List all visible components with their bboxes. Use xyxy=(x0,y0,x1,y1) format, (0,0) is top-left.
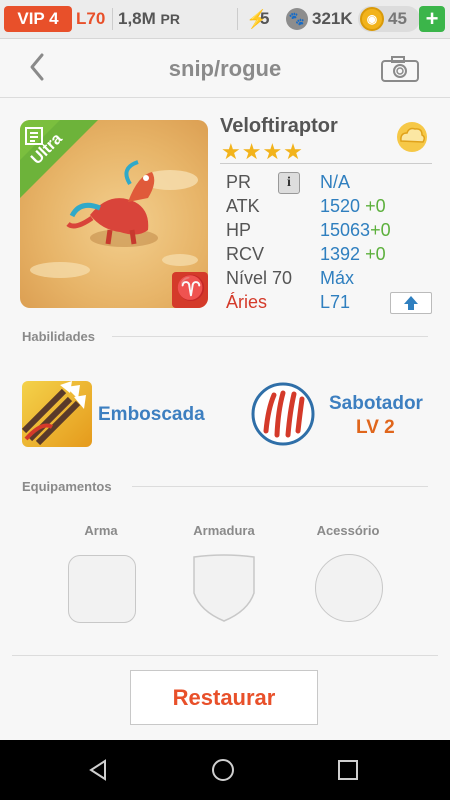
stat-value-hp: 15063+0 xyxy=(320,220,391,241)
camera-button[interactable] xyxy=(380,55,420,83)
add-coins-button[interactable]: + xyxy=(419,6,445,32)
equip-label-armor: Armadura xyxy=(193,523,255,538)
vip-badge[interactable]: VIP 4 xyxy=(4,6,72,32)
pr-counter: 1,8M PR xyxy=(118,6,180,32)
stat-label-level: Nível 70 xyxy=(226,268,293,288)
armor-slot[interactable] xyxy=(192,553,256,623)
stat-label-hp: HP xyxy=(226,220,252,240)
cloud-element-icon xyxy=(392,120,432,154)
skill-level: LV 2 xyxy=(356,417,395,438)
weapon-slot[interactable] xyxy=(68,555,136,623)
camera-icon xyxy=(381,56,419,82)
rcv-value: 1392 xyxy=(320,244,361,264)
stat-label-sign: Áries xyxy=(226,292,268,312)
stat-value-rcv: 1392 +0 xyxy=(320,244,386,265)
equip-label-accessory: Acessório xyxy=(316,523,380,538)
skill-name-emboscada[interactable]: Emboscada xyxy=(98,404,205,426)
coin-icon: ◉ xyxy=(360,7,384,31)
info-icon[interactable]: i xyxy=(278,172,300,194)
nav-recents-icon[interactable] xyxy=(336,758,360,782)
skills-section-title: Habilidades xyxy=(22,329,95,344)
equipment-section-title: Equipamentos xyxy=(22,479,112,494)
pr-value: 1,8M xyxy=(118,9,156,28)
stat-label-rcv: RCV xyxy=(226,244,265,264)
hp-bonus: +0 xyxy=(370,220,391,240)
aries-sign-icon: ♈ xyxy=(176,275,206,302)
atk-value: 1520 xyxy=(320,196,361,216)
equip-label-weapon: Arma xyxy=(84,523,118,538)
divider xyxy=(237,8,238,30)
nav-back-icon[interactable] xyxy=(86,758,110,782)
stat-value-atk: 1520 +0 xyxy=(320,196,386,217)
skill-name-sabotador[interactable]: Sabotador xyxy=(329,393,423,415)
divider xyxy=(112,336,428,337)
divider xyxy=(112,8,113,30)
coin-value: 45 xyxy=(388,9,407,28)
hp-value: 15063 xyxy=(320,220,371,240)
stat-label-pr: PR xyxy=(226,172,252,192)
divider xyxy=(132,486,428,487)
claw-skill-icon[interactable] xyxy=(250,381,316,447)
monster-name: Veloftiraptor xyxy=(220,115,338,137)
stat-value-pr: N/A xyxy=(320,172,351,192)
stat-label-atk: ATK xyxy=(226,196,260,216)
stat-value-level: Máx xyxy=(320,268,355,288)
restore-button[interactable]: Restaurar xyxy=(130,670,318,725)
pr-suffix: PR xyxy=(160,11,180,27)
player-level: L70 xyxy=(76,9,106,28)
nav-home-icon[interactable] xyxy=(211,758,235,782)
paw-value: 321K xyxy=(312,9,353,28)
energy-value: 5 xyxy=(260,9,270,28)
star-rating: ★★★★ xyxy=(221,139,304,164)
arrows-skill-icon[interactable] xyxy=(22,381,92,447)
rcv-bonus: +0 xyxy=(365,244,386,264)
divider xyxy=(12,655,438,656)
upgrade-button[interactable] xyxy=(390,292,432,314)
stat-value-sign: L71 xyxy=(320,292,351,312)
paw-icon: 🐾 xyxy=(286,8,308,30)
divider xyxy=(220,163,432,164)
atk-bonus: +0 xyxy=(365,196,386,216)
arrow-up-icon xyxy=(404,296,418,310)
accessory-slot[interactable] xyxy=(315,554,383,622)
